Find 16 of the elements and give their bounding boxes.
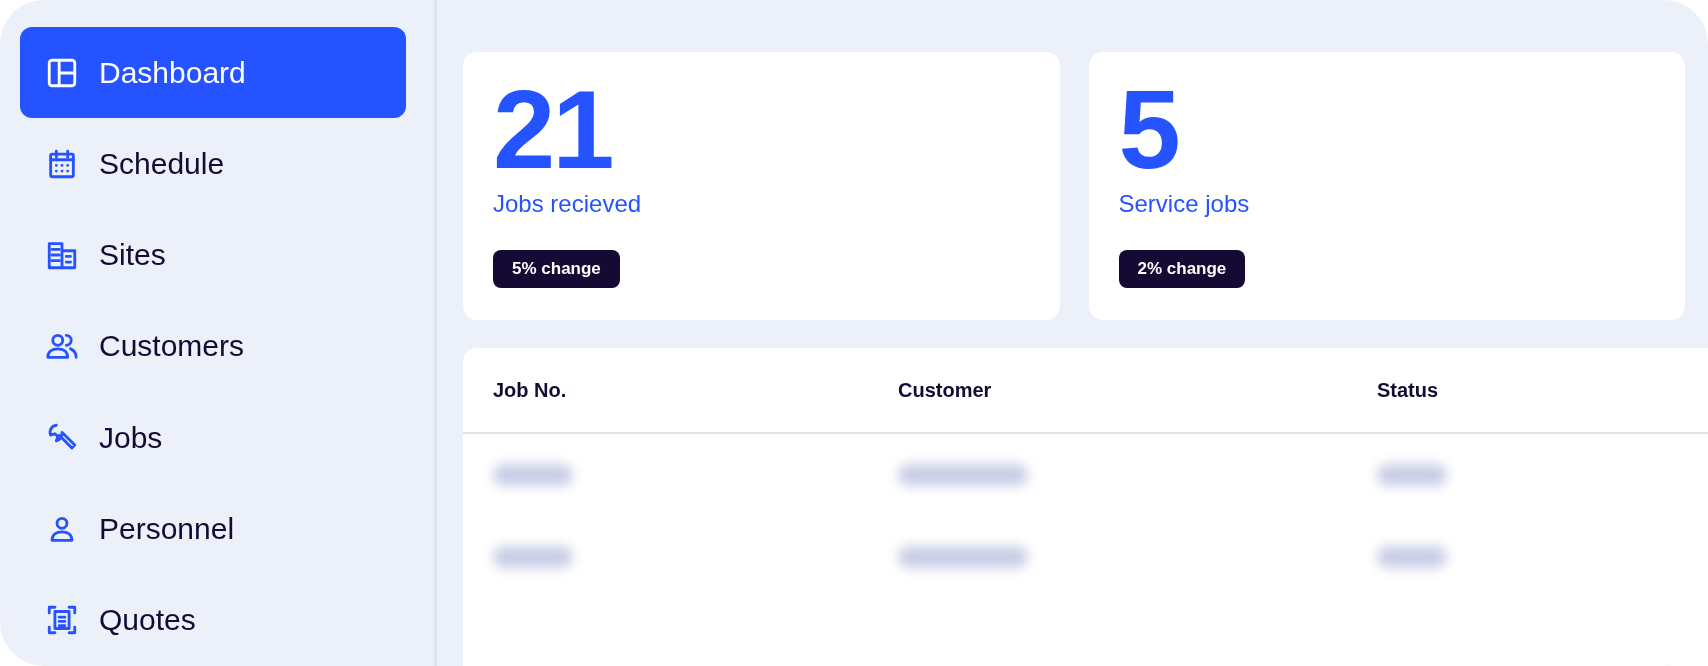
stat-value: 21	[493, 80, 612, 180]
nav-item[interactable]: Jobs	[20, 392, 406, 484]
nav-item[interactable]: Schedule	[20, 118, 406, 210]
stat-label: Service jobs	[1118, 190, 1250, 218]
column-header: Job No.	[493, 378, 568, 402]
column-header: Customer	[898, 378, 993, 402]
stat-label: Jobs recieved	[493, 190, 642, 218]
nav-item[interactable]: Personnel	[20, 483, 406, 575]
column-header: Status	[1377, 378, 1440, 402]
change-badge: 5% change	[493, 250, 620, 288]
nav-item[interactable]: Dashboard	[20, 27, 406, 119]
stat-value: 5	[1118, 80, 1178, 180]
nav-item[interactable]: Sites	[20, 209, 406, 301]
nav-item[interactable]: Customers	[20, 300, 406, 393]
nav-item[interactable]: Quotes	[20, 574, 406, 666]
change-badge: 2% change	[1118, 250, 1246, 288]
